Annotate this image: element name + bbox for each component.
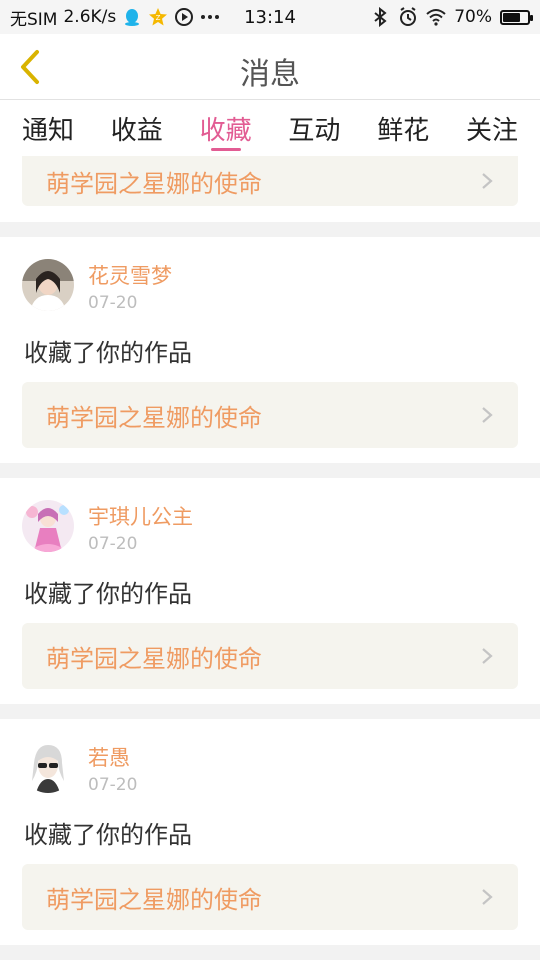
tab-earnings[interactable]: 收益	[111, 100, 163, 156]
username[interactable]: 花灵雪梦	[88, 263, 172, 289]
work-link[interactable]: 萌学园之星娜的使命	[22, 156, 518, 206]
chevron-right-icon	[482, 173, 493, 189]
tab-interaction[interactable]: 互动	[288, 100, 340, 156]
work-title: 萌学园之星娜的使命	[46, 403, 262, 432]
network-speed: 2.6K/s	[63, 7, 117, 27]
chevron-right-icon	[482, 889, 493, 905]
timestamp: 07-20	[88, 775, 138, 795]
timestamp: 07-20	[88, 534, 138, 554]
list-item: 宇琪儿公主 07-20 收藏了你的作品 萌学园之星娜的使命	[0, 478, 540, 704]
work-title: 萌学园之星娜的使命	[46, 169, 262, 198]
work-link[interactable]: 萌学园之星娜的使命	[22, 864, 518, 930]
status-bar: 无SIM 2.6K/s Z 13:14 70%	[0, 0, 540, 34]
carrier-label: 无SIM	[10, 9, 58, 30]
action-text: 收藏了你的作品	[24, 339, 192, 367]
page-title: 消息	[240, 57, 300, 92]
timestamp: 07-20	[88, 293, 138, 313]
list-item: 若愚 07-20 收藏了你的作品 萌学园之星娜的使命	[0, 719, 540, 945]
work-link[interactable]: 萌学园之星娜的使命	[22, 382, 518, 448]
alarm-icon	[400, 7, 417, 26]
more-dots-icon	[201, 15, 220, 19]
avatar[interactable]	[22, 500, 74, 552]
action-text: 收藏了你的作品	[24, 821, 192, 849]
tab-flowers[interactable]: 鲜花	[377, 100, 429, 156]
tab-follows[interactable]: 关注	[466, 100, 518, 156]
avatar[interactable]	[22, 741, 74, 793]
star-badge-icon: Z	[149, 8, 168, 26]
tab-favorites[interactable]: 收藏	[200, 100, 252, 156]
chevron-right-icon	[482, 407, 493, 423]
tab-notifications[interactable]: 通知	[22, 100, 74, 156]
chevron-right-icon	[482, 648, 493, 664]
qq-icon	[125, 9, 140, 26]
avatar[interactable]	[22, 259, 74, 311]
message-list: 萌学园之星娜的使命 花灵雪梦 07-20 收藏了你的作品 萌学园之星娜的使命 宇…	[0, 156, 540, 960]
work-link[interactable]: 萌学园之星娜的使命	[22, 623, 518, 689]
tab-bar: 通知 收益 收藏 互动 鲜花 关注	[0, 100, 540, 156]
username[interactable]: 若愚	[88, 745, 137, 771]
header-bar: 消息	[0, 34, 540, 100]
svg-text:Z: Z	[156, 14, 161, 22]
app-root: 无SIM 2.6K/s Z 13:14 70% 消息 通知 收益 收藏 互动 鲜…	[0, 0, 540, 960]
work-title: 萌学园之星娜的使命	[46, 885, 262, 914]
username[interactable]: 宇琪儿公主	[88, 504, 193, 530]
bluetooth-icon	[374, 7, 387, 27]
action-text: 收藏了你的作品	[24, 580, 192, 608]
battery-percent: 70%	[454, 7, 492, 27]
battery-icon	[500, 9, 533, 25]
list-item-partial: 萌学园之星娜的使命	[0, 156, 540, 222]
list-item: 花灵雪梦 07-20 收藏了你的作品 萌学园之星娜的使命	[0, 237, 540, 463]
work-title: 萌学园之星娜的使命	[46, 644, 262, 673]
play-circle-icon	[175, 8, 194, 26]
wifi-icon	[426, 9, 446, 26]
